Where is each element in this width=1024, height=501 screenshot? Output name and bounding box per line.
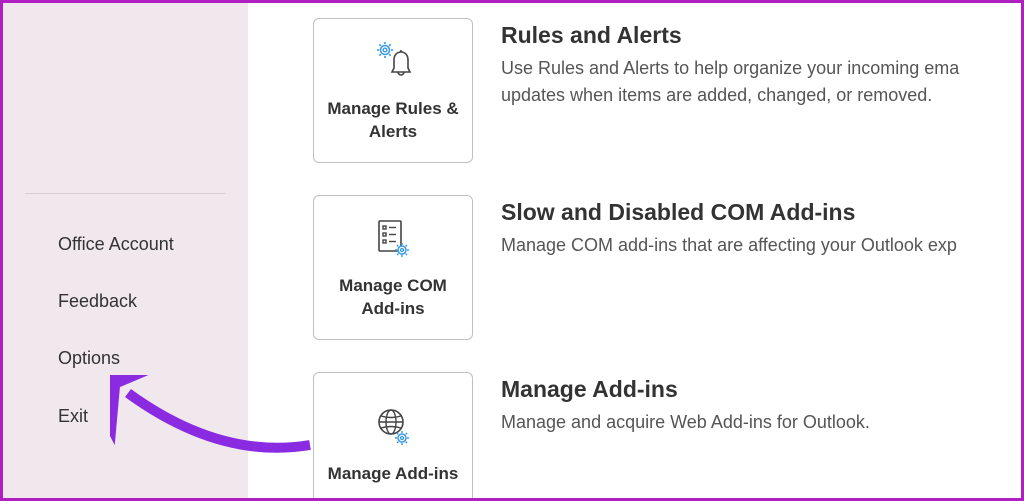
tile-label: Manage Rules & Alerts [322, 98, 464, 142]
option-row-com-addins: Manage COM Add-ins Slow and Disabled COM… [313, 195, 1021, 340]
sidebar-item-label: Exit [58, 406, 88, 426]
sidebar-item-label: Office Account [58, 234, 174, 254]
tile-label: Manage Add-ins [328, 463, 459, 485]
manage-rules-tile[interactable]: Manage Rules & Alerts [313, 18, 473, 163]
com-addins-icon [371, 215, 415, 263]
sidebar-item-exit[interactable]: Exit [3, 388, 248, 445]
rules-alerts-icon [369, 38, 417, 86]
option-info: Manage Add-ins Manage and acquire Web Ad… [501, 372, 870, 436]
option-row-web-addins: Manage Add-ins Manage Add-ins Manage and… [313, 372, 1021, 498]
info-title: Manage Add-ins [501, 376, 870, 403]
sidebar: Office Account Feedback Options Exit [3, 3, 248, 498]
sidebar-item-feedback[interactable]: Feedback [3, 273, 248, 330]
tile-label: Manage COM Add-ins [322, 275, 464, 319]
web-addins-icon [371, 403, 415, 451]
content-area: Manage Rules & Alerts Rules and Alerts U… [248, 3, 1021, 498]
sidebar-divider [25, 193, 226, 194]
option-info: Rules and Alerts Use Rules and Alerts to… [501, 18, 959, 109]
manage-com-addins-tile[interactable]: Manage COM Add-ins [313, 195, 473, 340]
sidebar-item-options[interactable]: Options [3, 330, 248, 387]
info-title: Rules and Alerts [501, 22, 959, 49]
app-window: Office Account Feedback Options Exit [0, 0, 1024, 501]
info-desc-line: Manage COM add-ins that are affecting yo… [501, 232, 957, 259]
manage-addins-tile[interactable]: Manage Add-ins [313, 372, 473, 498]
sidebar-item-label: Options [58, 348, 120, 368]
info-desc-line: Use Rules and Alerts to help organize yo… [501, 55, 959, 82]
info-title: Slow and Disabled COM Add-ins [501, 199, 957, 226]
info-desc-line: Manage and acquire Web Add-ins for Outlo… [501, 409, 870, 436]
option-row-rules: Manage Rules & Alerts Rules and Alerts U… [313, 18, 1021, 163]
info-desc-line: updates when items are added, changed, o… [501, 82, 959, 109]
option-info: Slow and Disabled COM Add-ins Manage COM… [501, 195, 957, 259]
sidebar-item-office-account[interactable]: Office Account [3, 216, 248, 273]
sidebar-item-label: Feedback [58, 291, 137, 311]
